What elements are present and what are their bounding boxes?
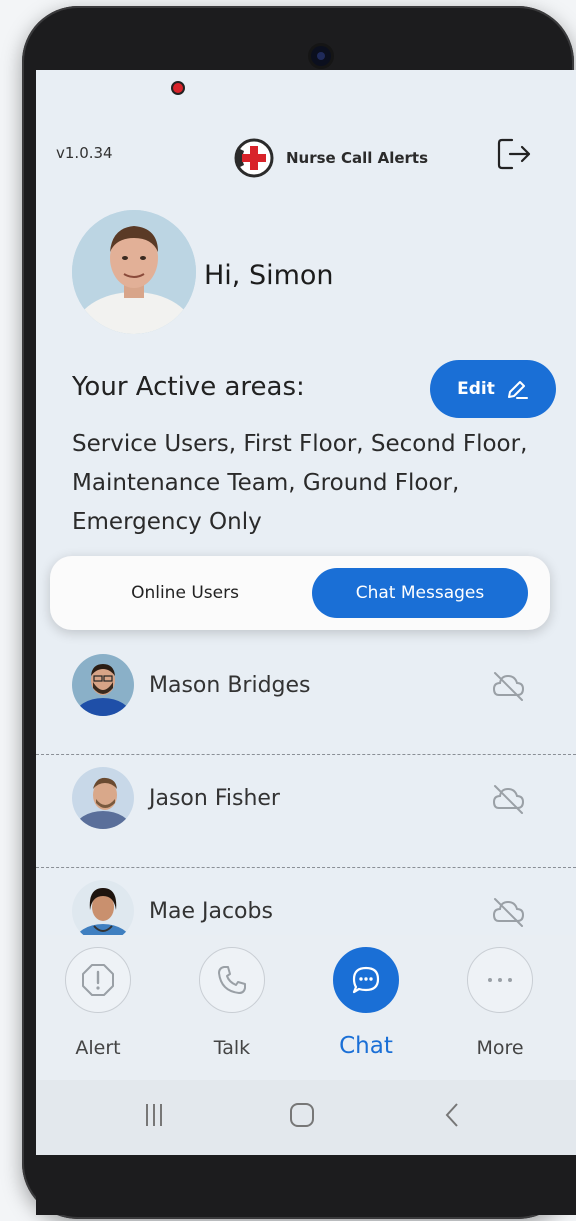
user-name: Mae Jacobs bbox=[149, 899, 273, 924]
offline-cloud-icon bbox=[492, 672, 525, 701]
active-areas-list: Service Users, First Floor, Second Floor… bbox=[72, 431, 528, 535]
nav-talk[interactable]: Talk bbox=[182, 947, 282, 1059]
nav-alert-label: Alert bbox=[75, 1037, 121, 1059]
front-camera bbox=[311, 46, 331, 66]
offline-cloud-icon bbox=[492, 785, 525, 814]
alert-icon bbox=[82, 964, 114, 996]
app-version: v1.0.34 bbox=[56, 144, 113, 162]
nav-more-label: More bbox=[476, 1037, 524, 1059]
list-item[interactable]: Mason Bridges bbox=[36, 642, 576, 755]
offline-cloud-icon bbox=[492, 898, 525, 927]
more-button[interactable] bbox=[467, 947, 533, 1013]
active-areas-label: Your Active areas: bbox=[72, 372, 305, 402]
user-avatar[interactable] bbox=[72, 210, 196, 334]
nav-more[interactable]: More bbox=[450, 947, 550, 1059]
app-title: Nurse Call Alerts bbox=[286, 149, 429, 167]
edit-areas-button[interactable]: Edit bbox=[430, 360, 556, 418]
user-name: Jason Fisher bbox=[149, 786, 280, 811]
chat-button[interactable] bbox=[333, 947, 399, 1013]
more-dots-icon bbox=[488, 978, 512, 982]
bottom-navigation: Alert Talk Chat More bbox=[36, 935, 576, 1080]
system-navigation-bar bbox=[36, 1080, 576, 1155]
avatar bbox=[72, 767, 134, 829]
greeting-text: Hi, Simon bbox=[204, 260, 334, 291]
status-bar bbox=[36, 70, 576, 106]
avatar bbox=[72, 880, 134, 942]
back-icon[interactable] bbox=[432, 1100, 472, 1130]
app-logo: Nurse Call Alerts bbox=[230, 134, 428, 182]
logout-icon bbox=[497, 138, 531, 170]
user-list: Mason Bridges Jason Fisher Mae Jacobs bbox=[36, 642, 576, 980]
talk-button[interactable] bbox=[199, 947, 265, 1013]
list-item[interactable]: Jason Fisher bbox=[36, 755, 576, 868]
user-message-toggle: Online Users Chat Messages bbox=[50, 556, 550, 630]
user-photo bbox=[72, 210, 196, 334]
pencil-icon bbox=[507, 381, 528, 399]
nav-chat[interactable]: Chat bbox=[316, 947, 416, 1059]
nav-alert[interactable]: Alert bbox=[48, 947, 148, 1059]
phone-bezel-bottom bbox=[36, 1155, 576, 1215]
tab-online-users[interactable]: Online Users bbox=[70, 568, 300, 618]
user-name: Mason Bridges bbox=[149, 673, 311, 698]
phone-icon bbox=[218, 966, 246, 994]
home-icon[interactable] bbox=[282, 1100, 322, 1130]
alert-button[interactable] bbox=[65, 947, 131, 1013]
logout-button[interactable] bbox=[494, 134, 534, 174]
app-screen: v1.0.34 Nurse Call Alerts Hi, Simon Your bbox=[36, 70, 576, 1155]
app-notification-icon bbox=[171, 81, 185, 95]
nav-talk-label: Talk bbox=[213, 1037, 251, 1059]
avatar bbox=[72, 654, 134, 716]
chat-bubble-icon bbox=[352, 966, 380, 994]
edit-button-label: Edit bbox=[457, 379, 495, 399]
nav-chat-label: Chat bbox=[339, 1033, 393, 1059]
recent-apps-icon[interactable] bbox=[134, 1100, 174, 1130]
tab-chat-messages[interactable]: Chat Messages bbox=[312, 568, 528, 618]
nurse-call-logo-icon bbox=[234, 138, 274, 178]
